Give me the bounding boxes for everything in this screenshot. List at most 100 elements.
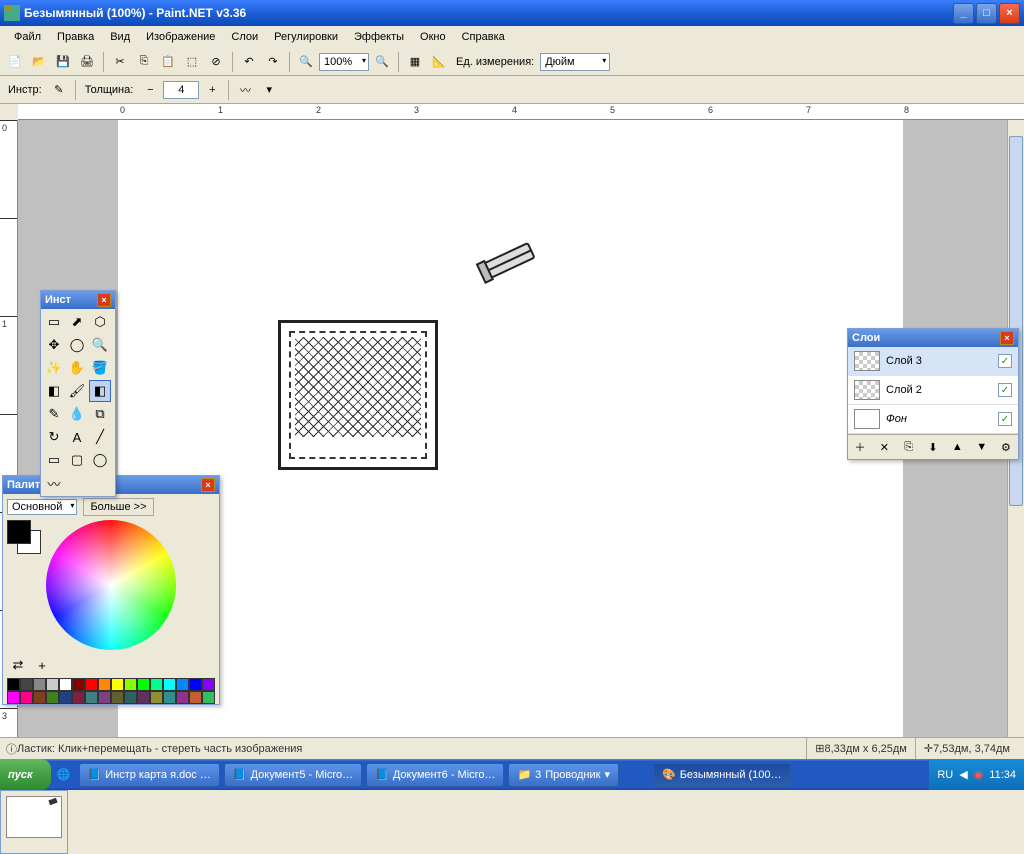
palette-swatch[interactable] <box>59 691 72 704</box>
tool-rectangle[interactable]: ▭ <box>43 449 65 471</box>
palette-swatch[interactable] <box>20 678 33 691</box>
minimize-button[interactable]: _ <box>953 3 974 24</box>
new-button[interactable]: 📄 <box>4 51 26 73</box>
tool-move[interactable]: ✥ <box>43 334 65 356</box>
palette-swatch[interactable] <box>7 678 20 691</box>
colors-close[interactable]: × <box>201 478 215 492</box>
paste-button[interactable]: 📋 <box>157 51 179 73</box>
thickness-input[interactable] <box>163 81 199 99</box>
palette-swatch[interactable] <box>176 678 189 691</box>
taskbar-group-explorer[interactable]: 📁3Проводник▾ <box>508 763 619 787</box>
thickness-dec[interactable]: − <box>139 79 161 101</box>
palette-swatch[interactable] <box>150 691 163 704</box>
palette-swatch[interactable] <box>189 691 202 704</box>
thickness-inc[interactable]: + <box>201 79 223 101</box>
undo-button[interactable]: ↶ <box>238 51 260 73</box>
tool-clone[interactable]: ⧉ <box>89 403 111 425</box>
layer-row-3[interactable]: Слой 3 ✓ <box>848 347 1018 376</box>
primary-color-swatch[interactable] <box>7 520 31 544</box>
layer-row-bg[interactable]: Фон ✓ <box>848 405 1018 434</box>
tool-freeform[interactable]: 〰 <box>43 472 65 494</box>
crop-button[interactable]: ⬚ <box>181 51 203 73</box>
tool-lasso[interactable]: ⬡ <box>89 311 111 333</box>
navigator-gear-icon[interactable]: ✷ <box>4 4 12 15</box>
print-button[interactable]: 🖨 <box>76 51 98 73</box>
palette-swatch[interactable] <box>111 678 124 691</box>
more-button[interactable]: Больше >> <box>83 498 153 516</box>
system-tray[interactable]: RU ◀ ◉ 11:34 <box>929 759 1024 790</box>
start-button[interactable]: пуск <box>0 759 51 790</box>
zoom-value[interactable]: 100% <box>319 53 369 71</box>
tool-move-sel[interactable]: ⬈ <box>66 311 88 333</box>
menu-effects[interactable]: Эффекты <box>346 28 412 46</box>
menu-view[interactable]: Вид <box>102 28 138 46</box>
layer-visible-checkbox[interactable]: ✓ <box>998 383 1012 397</box>
delete-layer-button[interactable]: ✕ <box>875 438 893 456</box>
palette-swatch[interactable] <box>33 678 46 691</box>
tool-rect-select[interactable]: ▭ <box>43 311 65 333</box>
palette-swatch[interactable] <box>85 678 98 691</box>
duplicate-layer-button[interactable]: ⎘ <box>900 438 918 456</box>
menu-file[interactable]: Файл <box>6 28 49 46</box>
tool-pan[interactable]: ✋ <box>66 357 88 379</box>
tool-pencil[interactable]: ✎ <box>43 403 65 425</box>
layer-visible-checkbox[interactable]: ✓ <box>998 412 1012 426</box>
tool-eraser[interactable]: ◧ <box>89 380 111 402</box>
palette-swatch[interactable] <box>33 691 46 704</box>
menu-edit[interactable]: Правка <box>49 28 102 46</box>
deselect-button[interactable]: ⊘ <box>205 51 227 73</box>
palette-swatch[interactable] <box>124 691 137 704</box>
palette-swatch[interactable] <box>98 678 111 691</box>
palette-swatch[interactable] <box>72 678 85 691</box>
navigator-panel[interactable]: ✷ × <box>0 790 68 854</box>
tool-brush[interactable]: 🖌 <box>66 380 88 402</box>
layer-visible-checkbox[interactable]: ✓ <box>998 354 1012 368</box>
menu-help[interactable]: Справка <box>454 28 513 46</box>
palette-swatch[interactable] <box>85 691 98 704</box>
layer-row-2[interactable]: Слой 2 ✓ <box>848 376 1018 405</box>
merge-layer-button[interactable]: ⬇ <box>924 438 942 456</box>
tool-line[interactable]: ╱ <box>89 426 111 448</box>
grid-button[interactable]: ▦ <box>404 51 426 73</box>
palette-swatch[interactable] <box>124 678 137 691</box>
menu-layers[interactable]: Слои <box>223 28 266 46</box>
color-mode-select[interactable]: Основной <box>7 499 77 515</box>
palette-swatch[interactable] <box>202 691 215 704</box>
color-wheel[interactable] <box>46 520 176 650</box>
palette-swatch[interactable] <box>202 678 215 691</box>
add-color-icon[interactable]: + <box>31 654 53 676</box>
open-button[interactable]: 📂 <box>28 51 50 73</box>
taskbar-item-2[interactable]: 📘Документ5 - Micro… <box>224 763 362 787</box>
palette-swatch[interactable] <box>137 678 150 691</box>
maximize-button[interactable]: □ <box>976 3 997 24</box>
move-up-button[interactable]: ▲ <box>948 438 966 456</box>
palette-swatch[interactable] <box>189 678 202 691</box>
antialias-button[interactable]: 〰 <box>234 79 256 101</box>
tool-ellipse[interactable]: ◯ <box>89 449 111 471</box>
swap-colors-icon[interactable]: ⇄ <box>7 654 29 676</box>
palette-swatch[interactable] <box>176 691 189 704</box>
units-select[interactable]: Дюйм <box>540 53 610 71</box>
navigator-thumb[interactable] <box>6 796 62 838</box>
palette-swatch[interactable] <box>7 691 20 704</box>
zoom-in-button[interactable]: 🔍 <box>371 51 393 73</box>
cut-button[interactable]: ✂ <box>109 51 131 73</box>
taskbar-item-active[interactable]: 🎨Безымянный (100… <box>653 763 791 787</box>
current-tool-icon[interactable]: ✎ <box>48 79 70 101</box>
tools-panel[interactable]: Инст× ▭ ⬈ ⬡ ✥ ◯ 🔍 ✨ ✋ 🪣 ◧ 🖌 ◧ ✎ 💧 ⧉ ↻ A … <box>40 290 116 497</box>
tool-magic-wand[interactable]: ✨ <box>43 357 65 379</box>
tray-icon-2[interactable]: ◉ <box>974 768 984 781</box>
menu-image[interactable]: Изображение <box>138 28 223 46</box>
colors-panel[interactable]: Палитра× Основной Больше >> ⇄ + <box>2 475 220 705</box>
palette-swatch[interactable] <box>98 691 111 704</box>
tool-fill[interactable]: 🪣 <box>89 357 111 379</box>
tool-roundrect[interactable]: ▢ <box>66 449 88 471</box>
quicklaunch-ie[interactable]: 🌐 <box>57 768 71 782</box>
palette-swatch[interactable] <box>59 678 72 691</box>
palette-swatch[interactable] <box>20 691 33 704</box>
tray-icon-1[interactable]: ◀ <box>959 768 967 781</box>
tool-text[interactable]: A <box>66 426 88 448</box>
add-layer-button[interactable]: ＋ <box>851 438 869 456</box>
tools-close[interactable]: × <box>97 293 111 307</box>
menu-adjustments[interactable]: Регулировки <box>266 28 346 46</box>
